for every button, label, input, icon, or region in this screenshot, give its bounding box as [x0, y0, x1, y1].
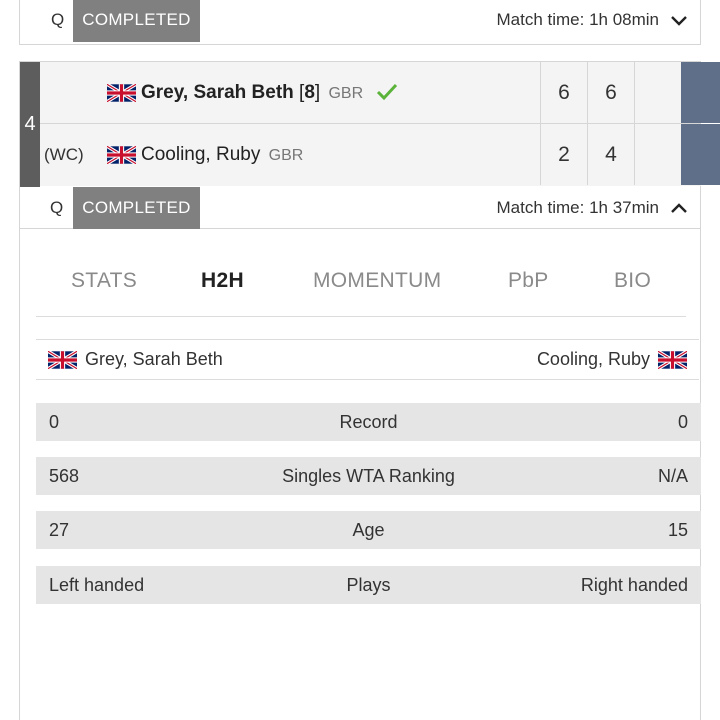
match-card[interactable]: 4 Grey, Sarah Beth [8] GBR 6 6 (WC) Cool… — [19, 61, 720, 230]
player-name[interactable]: Grey, Sarah Beth — [141, 82, 294, 103]
player-2-name-line: Cooling, Ruby GBR — [141, 144, 303, 166]
h2h-left-player-name: Grey, Sarah Beth — [85, 349, 223, 369]
stat-label: Record — [339, 411, 398, 432]
match-number: 4 — [20, 62, 40, 187]
status-badge: COMPLETED — [73, 0, 200, 42]
score-accent — [681, 62, 720, 123]
previous-match-footer: Q COMPLETED Match time: 1h 08min — [20, 0, 700, 42]
h2h-row-plays: Plays Left handed Right handed — [36, 566, 701, 604]
seed: [8] — [299, 81, 321, 103]
stat-right-value: 0 — [677, 411, 688, 432]
nationality: GBR — [268, 147, 304, 164]
stat-right-value: Right handed — [580, 574, 688, 595]
match-detail-panel: STATS H2H MOMENTUM PbP BIO Grey, Sarah B… — [19, 229, 701, 720]
player-row-2[interactable]: (WC) Cooling, Ruby GBR 2 4 — [40, 124, 720, 186]
stat-label: Age — [352, 519, 385, 540]
status-badge: COMPLETED — [73, 186, 200, 230]
score-accent — [681, 124, 720, 185]
set-2-score: 4 — [587, 124, 634, 185]
set-3-score — [634, 62, 681, 123]
match-footer: Q COMPLETED Match time: 1h 37min — [20, 186, 700, 230]
tab-bio[interactable]: BIO — [614, 269, 651, 293]
tab-momentum[interactable]: MOMENTUM — [313, 269, 441, 293]
h2h-players-header: Grey, Sarah Beth Cooling, Ruby — [36, 339, 699, 380]
gb-flag-icon — [658, 351, 687, 369]
winner-check-icon — [377, 84, 398, 101]
set-3-score — [634, 124, 681, 185]
player-row-1[interactable]: Grey, Sarah Beth [8] GBR 6 6 — [40, 62, 720, 124]
chevron-up-icon[interactable] — [668, 197, 690, 219]
stat-right-value: N/A — [657, 465, 688, 486]
set-2-score: 6 — [587, 62, 634, 123]
h2h-row-record: Record 0 0 — [36, 403, 701, 441]
stat-left-value: Left handed — [49, 574, 145, 595]
match-time: Match time: 1h 37min — [496, 198, 659, 217]
gb-flag-icon — [107, 146, 136, 164]
stat-left-value: 0 — [49, 411, 60, 432]
tab-h2h[interactable]: H2H — [201, 269, 244, 293]
round-label: Q — [51, 10, 65, 29]
h2h-row-ranking: Singles WTA Ranking 568 N/A — [36, 457, 701, 495]
gb-flag-icon — [48, 351, 77, 369]
player-1-name-line: Grey, Sarah Beth [8] GBR — [141, 82, 398, 104]
stat-left-value: 27 — [49, 519, 70, 540]
round-label: Q — [50, 198, 64, 217]
h2h-right-player: Cooling, Ruby — [537, 349, 687, 370]
player-name[interactable]: Cooling, Ruby — [141, 144, 260, 165]
h2h-row-age: Age 27 15 — [36, 511, 701, 549]
chevron-down-icon[interactable] — [668, 9, 690, 31]
detail-tabs: STATS H2H MOMENTUM PbP BIO — [36, 259, 686, 317]
match-time: Match time: 1h 08min — [496, 10, 659, 29]
stat-label: Singles WTA Ranking — [282, 465, 455, 486]
h2h-left-player: Grey, Sarah Beth — [48, 349, 223, 370]
h2h-right-player-name: Cooling, Ruby — [536, 349, 650, 369]
entry-status: (WC) — [44, 145, 84, 164]
gb-flag-icon — [107, 84, 136, 102]
set-1-score: 6 — [540, 62, 587, 123]
previous-match-card: Q COMPLETED Match time: 1h 08min — [19, 0, 701, 45]
tab-pbp[interactable]: PbP — [508, 269, 549, 293]
tab-stats[interactable]: STATS — [71, 269, 137, 293]
stat-left-value: 568 — [49, 465, 80, 486]
set-1-score: 2 — [540, 124, 587, 185]
stat-right-value: 15 — [667, 519, 688, 540]
nationality: GBR — [328, 84, 364, 102]
